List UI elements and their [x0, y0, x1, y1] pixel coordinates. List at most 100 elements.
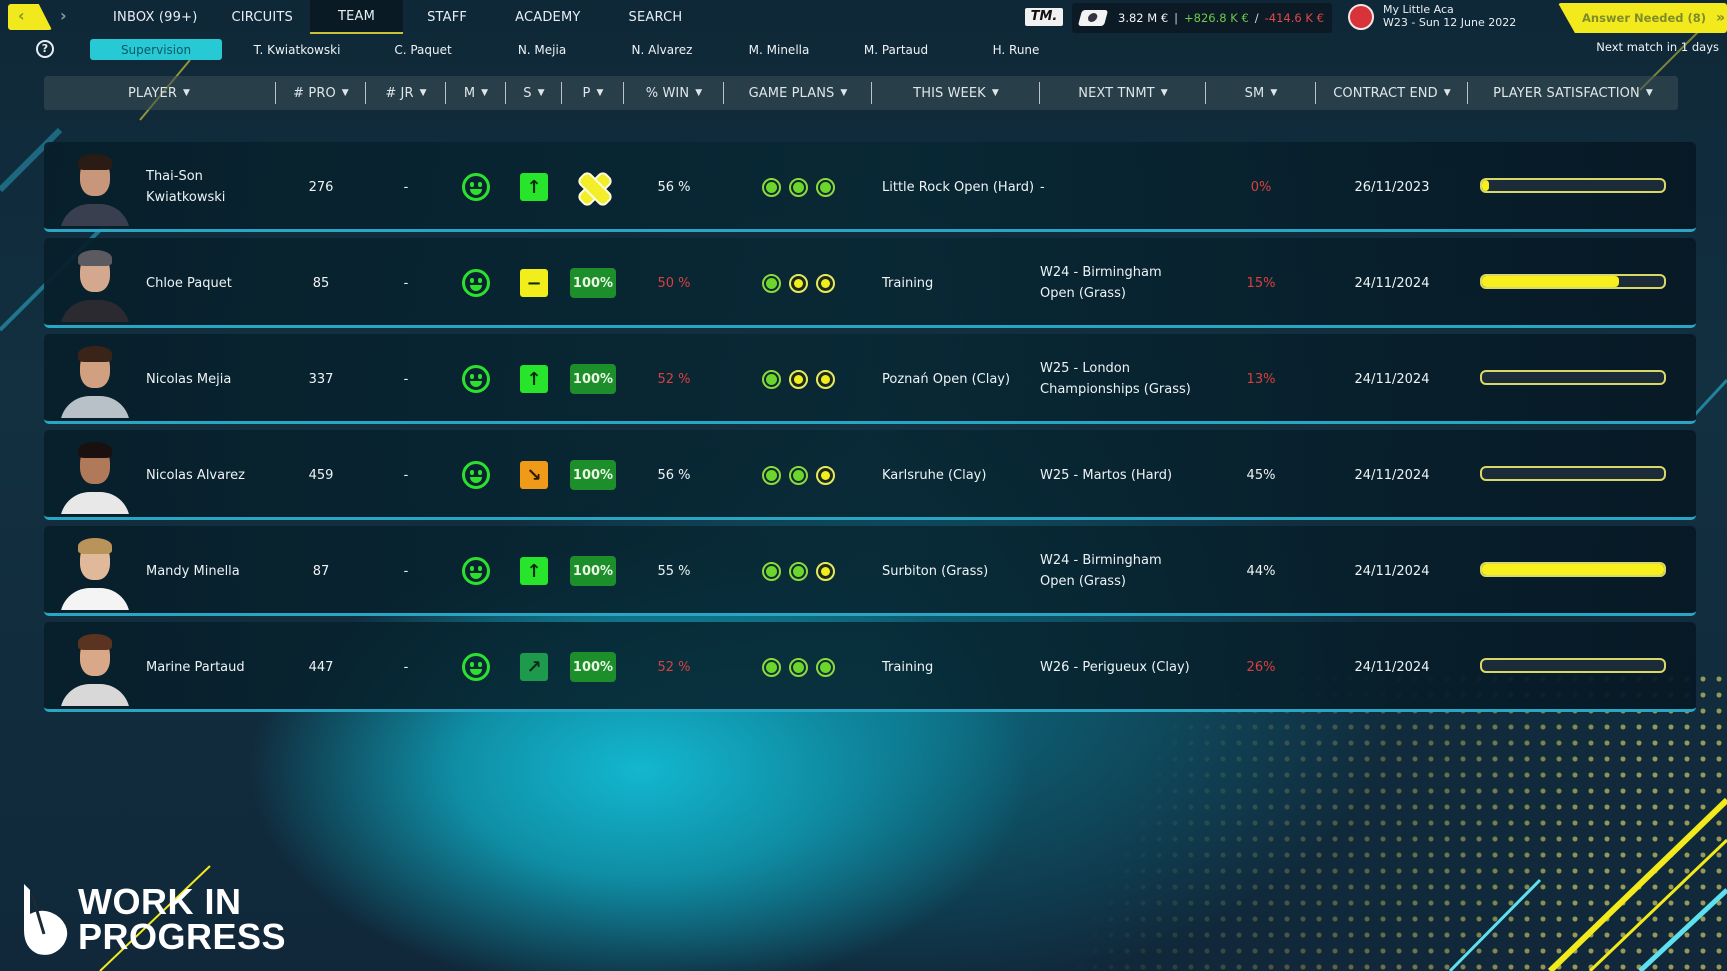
next-tournament[interactable]: W26 - Perigueux (Clay)	[1040, 657, 1190, 678]
player-name[interactable]: Marine Partaud	[146, 657, 245, 678]
tab-academy[interactable]: ACADEMY	[491, 0, 604, 34]
game-plan-green-indicator[interactable]	[761, 273, 781, 293]
column-header-label: # PRO	[293, 85, 336, 101]
contract-end-date: 24/11/2024	[1354, 371, 1430, 387]
tab-inbox[interactable]: INBOX (99+)	[96, 0, 214, 34]
table-row[interactable]: Thai-Son Kwiatkowski 276 - ↑ 56 % Little Rock…	[44, 142, 1696, 232]
column-header-pro[interactable]: # PRO ▼	[276, 76, 366, 110]
player-name[interactable]: Chloe Paquet	[146, 273, 232, 294]
finance-summary[interactable]: 3.82 M € | +826.8 K € / -414.6 K €	[1072, 3, 1332, 33]
game-plan-green-indicator[interactable]	[761, 177, 781, 197]
game-plan-green-indicator[interactable]	[761, 369, 781, 389]
this-week-event[interactable]: Training	[882, 276, 933, 291]
back-button[interactable]: ‹	[8, 4, 52, 30]
next-tournament[interactable]: -	[1040, 177, 1045, 198]
game-plan-green-indicator[interactable]	[815, 657, 835, 677]
next-tournament[interactable]: W24 - Birmingham Open (Grass)	[1040, 550, 1196, 592]
avatar-shirt	[60, 492, 130, 514]
player-name[interactable]: Mandy Minella	[146, 561, 240, 582]
tab-search[interactable]: SEARCH	[605, 0, 707, 34]
game-plan-green-indicator[interactable]	[788, 657, 808, 677]
next-tournament[interactable]: W25 - Martos (Hard)	[1040, 465, 1172, 486]
next-tournament[interactable]: W25 - London Championships (Grass)	[1040, 358, 1196, 400]
column-header-morale[interactable]: M ▼	[446, 76, 506, 110]
game-plan-yellow-indicator[interactable]	[815, 561, 835, 581]
cell-win: 56 %	[624, 142, 724, 232]
subtab-player[interactable]: T. Kwiatkowski	[222, 39, 372, 60]
trend-up-icon: ↑	[520, 365, 548, 393]
this-week-event[interactable]: Karlsruhe (Clay)	[882, 468, 986, 483]
club-logo-icon[interactable]	[1348, 4, 1374, 30]
club-info: My Little Aca W23 - Sun 12 June 2022	[1383, 3, 1516, 29]
help-icon[interactable]: ?	[36, 40, 54, 58]
win-percentage: 50 %	[657, 275, 691, 291]
forward-button[interactable]: ›	[60, 6, 67, 25]
table-row[interactable]: Marine Partaud 447 - ↗ 100% 52 % Training W26 -…	[44, 622, 1696, 712]
tab-staff[interactable]: STAFF	[403, 0, 491, 34]
cell-contract-end: 24/11/2024	[1316, 430, 1468, 520]
cell-player: Thai-Son Kwiatkowski	[146, 142, 266, 232]
contract-end-date: 26/11/2023	[1354, 179, 1430, 195]
table-row[interactable]: Mandy Minella 87 - ↑ 100% 55 % Surbiton (Grass…	[44, 526, 1696, 616]
sort-dropdown-icon: ▼	[991, 88, 999, 98]
player-name[interactable]: Nicolas Alvarez	[146, 465, 245, 486]
indicator-core	[792, 565, 804, 577]
win-percentage: 52 %	[657, 371, 691, 387]
column-header-physical[interactable]: P ▼	[562, 76, 624, 110]
subtab-player[interactable]: C. Paquet	[372, 39, 474, 60]
column-header-this-week[interactable]: THIS WEEK ▼	[872, 76, 1040, 110]
player-name[interactable]: Nicolas Mejia	[146, 369, 231, 390]
expenses-value: -414.6 K €	[1264, 11, 1324, 25]
column-header-label: % WIN	[645, 85, 690, 101]
subtab-player[interactable]: H. Rune	[948, 39, 1084, 60]
column-header-jr[interactable]: # JR ▼	[366, 76, 446, 110]
game-plan-green-indicator[interactable]	[788, 561, 808, 581]
column-header-game-plans[interactable]: GAME PLANS ▼	[724, 76, 872, 110]
subtab-supervision[interactable]: Supervision	[90, 39, 222, 60]
sort-dropdown-icon: ▼	[1645, 88, 1653, 98]
game-plan-yellow-indicator[interactable]	[815, 369, 835, 389]
column-header-win[interactable]: % WIN ▼	[624, 76, 724, 110]
game-plan-green-indicator[interactable]	[815, 177, 835, 197]
cell-sm: 44%	[1206, 526, 1316, 616]
game-plan-yellow-indicator[interactable]	[788, 273, 808, 293]
player-name[interactable]: Thai-Son Kwiatkowski	[146, 166, 266, 208]
column-header-player-satisfaction[interactable]: PLAYER SATISFACTION ▼	[1468, 76, 1678, 110]
game-plan-green-indicator[interactable]	[788, 177, 808, 197]
indicator-core	[765, 181, 777, 193]
subtab-player[interactable]: M. Minella	[714, 39, 844, 60]
next-tournament[interactable]: W24 - Birmingham Open (Grass)	[1040, 262, 1196, 304]
tab-circuits[interactable]: CIRCUITS	[214, 0, 310, 34]
subtab-player[interactable]: N. Alvarez	[610, 39, 714, 60]
column-header-shape[interactable]: S ▼	[506, 76, 562, 110]
game-plan-yellow-indicator[interactable]	[815, 465, 835, 485]
answer-needed-button[interactable]: Answer Needed (8) »	[1558, 3, 1727, 33]
cell-shape: ↑	[506, 526, 562, 616]
avatar-hair	[78, 250, 112, 266]
column-header-next-tnmt[interactable]: NEXT TNMT ▼	[1040, 76, 1206, 110]
table-row[interactable]: Nicolas Alvarez 459 - ↘ 100% 56 % Karlsruhe (C…	[44, 430, 1696, 520]
player-subtabs: Supervision T. Kwiatkowski C. Paquet N. …	[90, 39, 1084, 60]
game-plan-green-indicator[interactable]	[788, 465, 808, 485]
tab-team[interactable]: TEAM	[309, 0, 404, 34]
this-week-event[interactable]: Poznań Open (Clay)	[882, 372, 1010, 387]
table-row[interactable]: Nicolas Mejia 337 - ↑ 100% 52 % Poznań Open (C…	[44, 334, 1696, 424]
this-week-event[interactable]: Little Rock Open (Hard)	[882, 180, 1034, 195]
game-plan-green-indicator[interactable]	[761, 657, 781, 677]
game-plan-yellow-indicator[interactable]	[788, 369, 808, 389]
subtab-player[interactable]: N. Mejia	[474, 39, 610, 60]
column-header-contract-end[interactable]: CONTRACT END ▼	[1316, 76, 1468, 110]
satisfaction-bar-fill	[1482, 564, 1664, 575]
table-row[interactable]: Chloe Paquet 85 - −100% 50 % Training W24 - Bi…	[44, 238, 1696, 328]
this-week-event[interactable]: Training	[882, 660, 933, 675]
column-header-player[interactable]: PLAYER ▼	[44, 76, 274, 110]
this-week-event[interactable]: Surbiton (Grass)	[882, 564, 988, 579]
cell-contract-end: 24/11/2024	[1316, 526, 1468, 616]
avatar-hair	[78, 538, 112, 554]
cell-contract-end: 24/11/2024	[1316, 238, 1468, 328]
game-plan-green-indicator[interactable]	[761, 465, 781, 485]
game-plan-yellow-indicator[interactable]	[815, 273, 835, 293]
column-header-sm[interactable]: SM ▼	[1206, 76, 1316, 110]
subtab-player[interactable]: M. Partaud	[844, 39, 948, 60]
game-plan-green-indicator[interactable]	[761, 561, 781, 581]
